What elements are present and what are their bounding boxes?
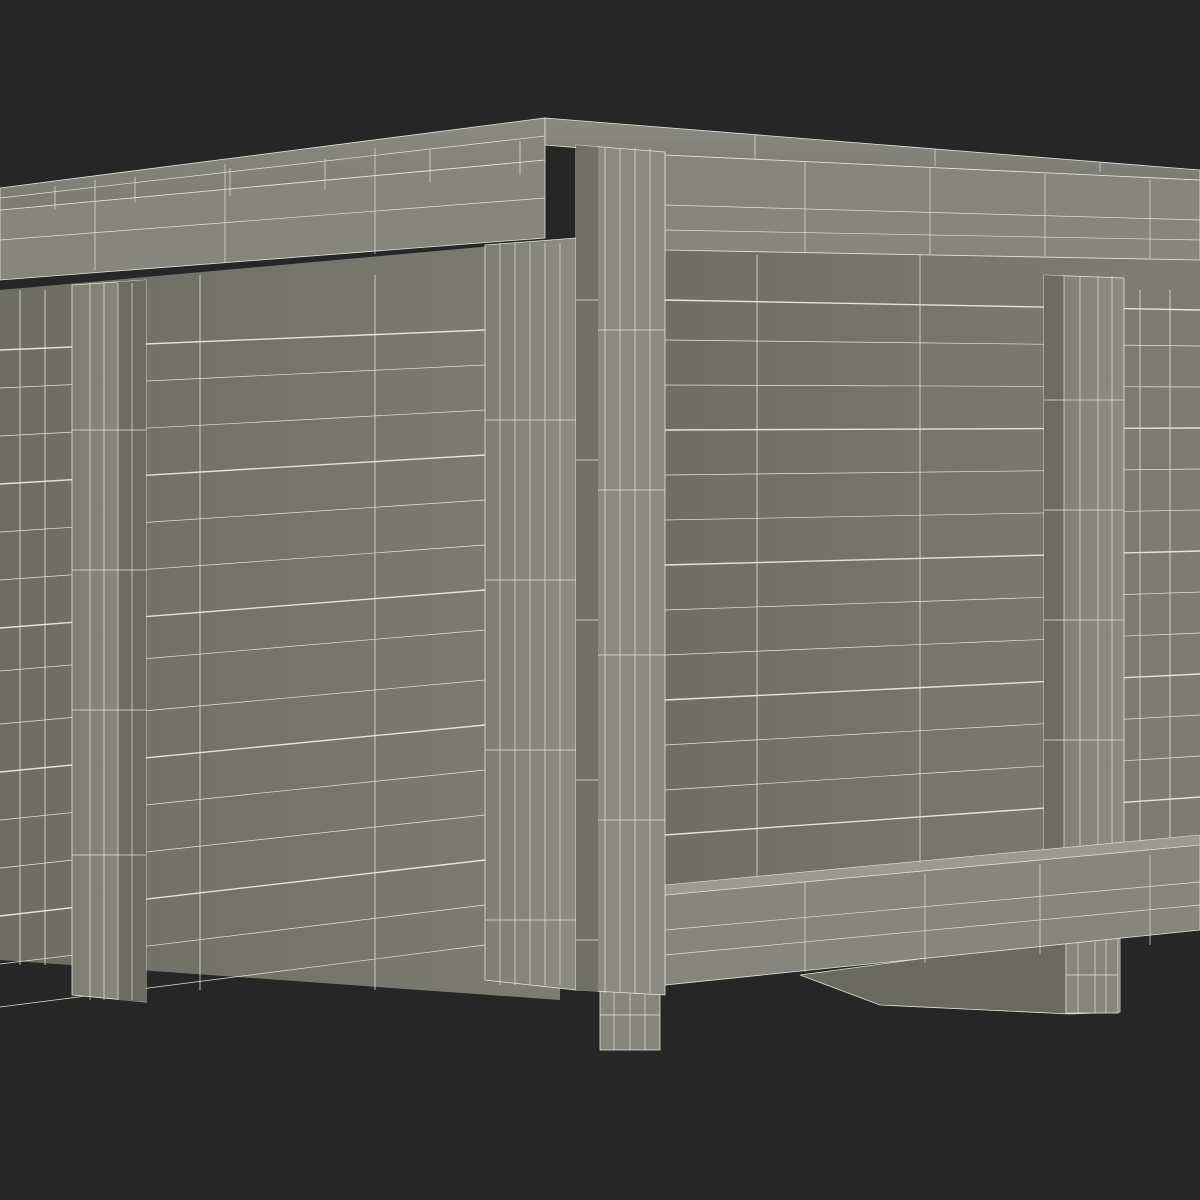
crate-wireframe-render — [0, 0, 1200, 1200]
corner-post-right — [575, 144, 666, 996]
left-mid-post — [71, 279, 147, 1003]
corner-post-left — [484, 237, 577, 991]
crate-render-viewport — [0, 0, 1200, 1200]
right-mid-post — [1043, 274, 1125, 859]
